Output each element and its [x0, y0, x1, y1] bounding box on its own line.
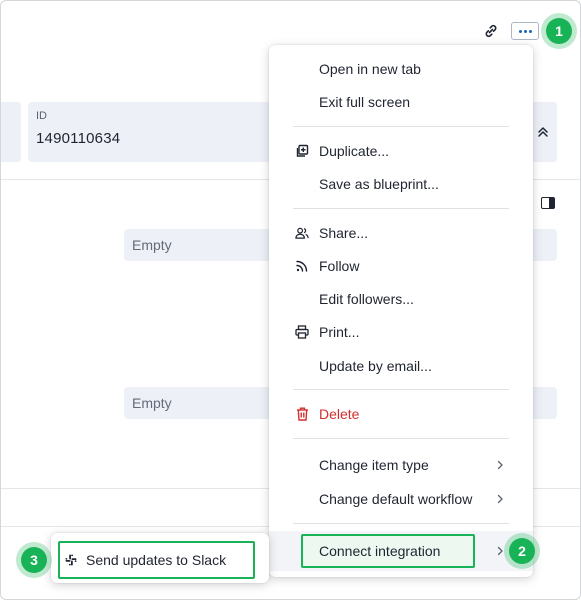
menu-separator [293, 438, 509, 439]
step-badge-3: 3 [21, 547, 47, 573]
menu-item-label: Edit followers... [319, 291, 414, 307]
menu-item-change-default-workflow[interactable]: Change default workflow [269, 483, 533, 515]
menu-item-label: Duplicate... [319, 143, 390, 159]
trash-icon [295, 407, 309, 421]
menu-separator [293, 126, 509, 127]
share-people-icon [295, 226, 309, 240]
menu-item-follow[interactable]: Follow [269, 250, 533, 282]
slack-icon [65, 554, 77, 566]
menu-separator [293, 208, 509, 209]
menu-item-label: Connect integration [319, 543, 441, 559]
rss-follow-icon [295, 259, 309, 273]
menu-item-share[interactable]: Share... [269, 217, 533, 249]
integration-submenu: Send updates to Slack [51, 533, 269, 583]
menu-item-label: Change item type [319, 457, 429, 473]
field-stub [1, 102, 21, 162]
menu-item-label: Save as blueprint... [319, 176, 439, 192]
collapse-icon[interactable] [536, 125, 550, 139]
menu-item-edit-followers[interactable]: Edit followers... [269, 283, 533, 315]
menu-item-label: Exit full screen [319, 94, 411, 110]
menu-item-label: Open in new tab [319, 61, 421, 77]
menu-item-label: Print... [319, 324, 360, 340]
menu-item-label: Change default workflow [319, 491, 473, 507]
menu-item-update-by-email[interactable]: Update by email... [269, 350, 533, 382]
menu-item-label: Update by email... [319, 358, 432, 374]
menu-item-print[interactable]: Print... [269, 316, 533, 348]
menu-separator [293, 523, 509, 524]
menu-item-label: Send updates to Slack [86, 552, 227, 568]
menu-item-connect-integration[interactable]: Connect integration [269, 531, 533, 571]
more-options-menu: Open in new tab Exit full screen Duplica… [269, 45, 533, 577]
chevron-right-icon [497, 460, 503, 470]
chevron-right-icon [497, 494, 503, 504]
empty-field-2[interactable]: Empty [124, 387, 274, 419]
menu-item-label: Share... [319, 225, 369, 241]
send-to-slack-item[interactable]: Send updates to Slack [58, 541, 255, 579]
menu-item-label: Follow [319, 258, 360, 274]
id-field[interactable]: ID 1490110634 [28, 102, 282, 162]
step-badge-1: 1 [546, 18, 572, 44]
id-field-value: 1490110634 [36, 130, 121, 147]
side-panel-icon[interactable] [541, 197, 555, 209]
duplicate-icon [295, 144, 309, 158]
menu-item-change-item-type[interactable]: Change item type [269, 449, 533, 481]
printer-icon [295, 325, 309, 339]
menu-item-delete[interactable]: Delete [269, 398, 533, 430]
empty-field-1[interactable]: Empty [124, 229, 274, 261]
app-window: 1 ID 1490110634 Empty Empty Open in new … [0, 0, 581, 600]
menu-item-exit-full-screen[interactable]: Exit full screen [269, 86, 533, 118]
menu-item-save-blueprint[interactable]: Save as blueprint... [269, 168, 533, 200]
menu-item-duplicate[interactable]: Duplicate... [269, 135, 533, 167]
menu-item-label: Delete [319, 406, 360, 422]
step-badge-2: 2 [509, 538, 535, 564]
top-toolbar [481, 21, 539, 41]
link-icon[interactable] [481, 21, 501, 41]
menu-separator [293, 389, 509, 390]
more-options-button[interactable] [511, 22, 539, 40]
chevron-right-icon [497, 546, 503, 556]
id-field-label: ID [36, 110, 47, 122]
menu-item-open-new-tab[interactable]: Open in new tab [269, 53, 533, 85]
